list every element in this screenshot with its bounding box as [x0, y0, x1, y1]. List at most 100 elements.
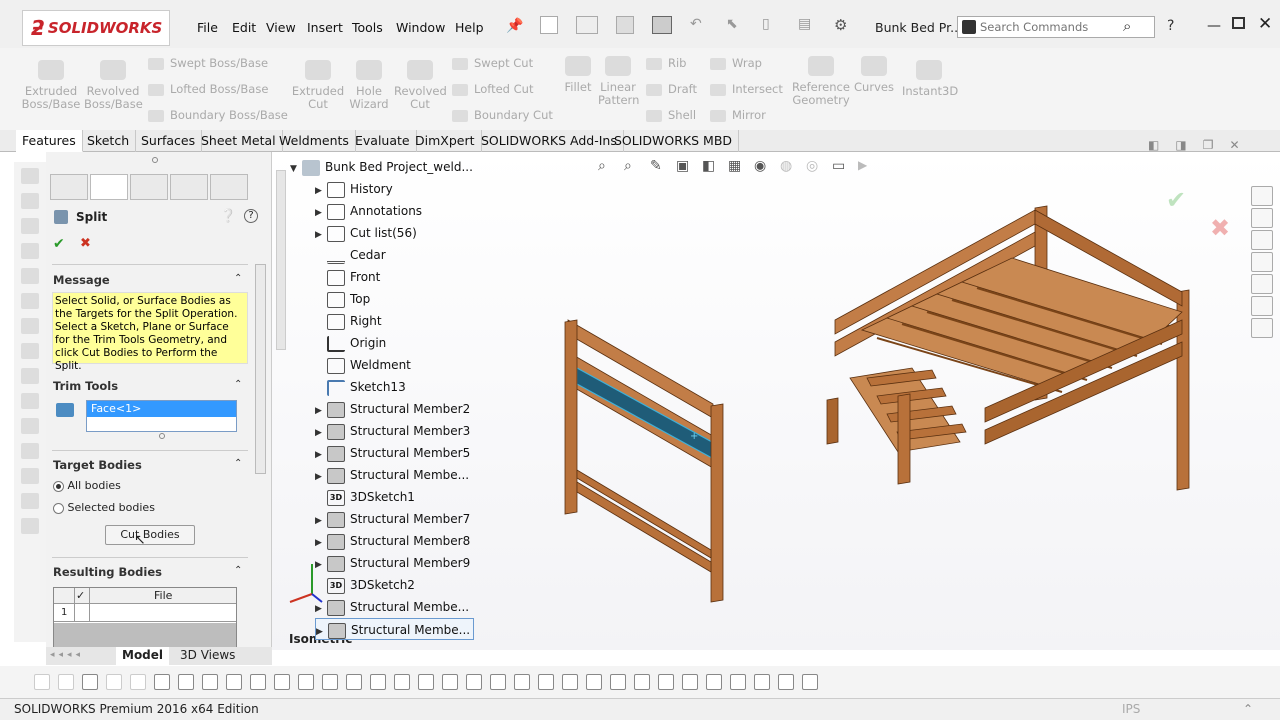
tree-sketch13[interactable]: Sketch13 — [315, 376, 406, 398]
filter-faces-icon[interactable] — [682, 674, 698, 690]
tree-origin[interactable]: Origin — [315, 332, 386, 354]
previous-view-icon[interactable]: ✎ — [650, 158, 668, 176]
units-dropdown-icon[interactable]: ⌃ — [1243, 699, 1253, 719]
tab-model[interactable]: Model — [116, 647, 170, 665]
select-over-icon[interactable] — [130, 674, 146, 690]
confirm-cancel-icon[interactable]: ✖ — [1210, 214, 1230, 242]
tree-weldment[interactable]: Weldment — [315, 354, 411, 376]
rebuild-icon[interactable]: ▯ — [762, 16, 780, 34]
confirm-check-icon[interactable]: ✔ — [1166, 186, 1186, 214]
options-gear-icon[interactable]: ⚙ — [834, 16, 852, 34]
tile-icon[interactable]: ❐ — [1203, 138, 1214, 152]
menu-window[interactable]: Window — [396, 20, 445, 35]
collapse-resulting-icon[interactable]: ⌃ — [234, 565, 242, 576]
lofted-cut-button[interactable]: Lofted Cut — [452, 82, 533, 96]
edge-filter-icon[interactable] — [274, 674, 290, 690]
tab-weldments[interactable]: Weldments — [273, 130, 356, 152]
view-settings-icon[interactable]: ▭ — [832, 158, 850, 176]
rib-button[interactable]: Rib — [646, 56, 687, 70]
all-bodies-option[interactable]: All bodies — [53, 479, 121, 492]
instant3d-button[interactable]: Instant3D — [902, 60, 958, 98]
more-arrow-icon[interactable]: ▶ — [858, 158, 876, 176]
configuration-manager-tab[interactable] — [130, 174, 168, 200]
feature-tool-icon[interactable] — [21, 368, 39, 384]
tree-structural-member[interactable]: ▶ Structural Member3 — [315, 420, 470, 442]
hole-callout-icon[interactable] — [586, 674, 602, 690]
feature-tool-icon[interactable] — [21, 343, 39, 359]
restore-left-icon[interactable]: ◧ — [1148, 138, 1159, 152]
tab-features[interactable]: Features — [16, 130, 83, 152]
apply-scene-icon[interactable]: ◎ — [806, 158, 824, 176]
collapse-trim-icon[interactable]: ⌃ — [234, 379, 242, 390]
pm-scrollbar[interactable] — [255, 264, 266, 474]
tree-3dsketch[interactable]: 3D 3DSketch2 — [315, 574, 415, 596]
solid-filter-icon[interactable] — [250, 674, 266, 690]
tab-scroll-arrows[interactable]: ◂◂◂◂ — [50, 650, 110, 662]
zoom-to-area-icon[interactable]: ⌕ — [624, 158, 642, 176]
tree-3dsketch[interactable]: 3D 3DSketch1 — [315, 486, 415, 508]
point-icon[interactable] — [154, 674, 170, 690]
tree-structural-member[interactable]: ▶ Structural Member8 — [315, 530, 470, 552]
tab-dimxpert[interactable]: DimXpert — [409, 130, 482, 152]
tab-surfaces[interactable]: Surfaces — [135, 130, 203, 152]
linear-pattern-button[interactable]: Linear Pattern — [598, 56, 639, 107]
curves-button[interactable]: Curves — [854, 56, 894, 94]
dowel-pin-icon[interactable] — [634, 674, 650, 690]
table-row[interactable] — [54, 605, 236, 622]
menu-view[interactable]: View — [266, 20, 296, 35]
close-doc-icon[interactable]: ✕ — [1229, 138, 1239, 152]
solidworks-logo[interactable]: ƻ SOLIDWORKS — [22, 10, 170, 46]
menu-file[interactable]: File — [197, 20, 218, 35]
curve-filter-icon[interactable] — [298, 674, 314, 690]
filter-body-icon[interactable] — [730, 674, 746, 690]
all-bodies-radio[interactable] — [53, 480, 64, 492]
selected-bodies-option[interactable]: Selected bodies — [53, 501, 155, 514]
filter-toggle-icon[interactable] — [58, 674, 74, 690]
reference-geometry-button[interactable]: Reference Geometry — [792, 56, 850, 107]
fillet-button[interactable]: Fillet — [562, 56, 594, 94]
search-commands-box[interactable]: ⌕ — [957, 16, 1155, 38]
resulting-bodies-table[interactable]: ✓ File 1 — [53, 587, 237, 647]
filter-surface-icon[interactable] — [706, 674, 722, 690]
menu-tools[interactable]: Tools — [352, 20, 383, 35]
tab-mbd[interactable]: SOLIDWORKS MBD — [608, 130, 740, 152]
feature-tool-icon[interactable] — [21, 318, 39, 334]
minimize-button[interactable]: — — [1207, 18, 1221, 34]
trim-tools-list[interactable]: Face<1> — [86, 400, 237, 432]
axis-icon[interactable] — [394, 674, 410, 690]
selected-bodies-radio[interactable] — [53, 502, 64, 514]
feature-tool-icon[interactable] — [21, 443, 39, 459]
surface-finish-icon[interactable] — [490, 674, 506, 690]
feature-tool-icon[interactable] — [21, 243, 39, 259]
extruded-boss-button[interactable]: Extruded Boss/Base — [20, 60, 82, 111]
file-properties-icon[interactable]: ▤ — [798, 16, 816, 34]
property-manager-tab[interactable] — [90, 174, 128, 200]
select-icon[interactable] — [106, 674, 122, 690]
open-folder-icon[interactable] — [576, 16, 598, 34]
sketch-segment-icon[interactable] — [346, 674, 362, 690]
feature-tool-icon[interactable] — [21, 493, 39, 509]
collapse-target-icon[interactable]: ⌃ — [234, 458, 242, 469]
mate-icon[interactable] — [778, 674, 794, 690]
view-palette-icon[interactable] — [1251, 252, 1273, 272]
whats-wrong-icon[interactable]: ❔ — [220, 209, 236, 224]
feature-tool-icon[interactable] — [21, 418, 39, 434]
tab-sheet-metal[interactable]: Sheet Metal — [195, 130, 283, 152]
edit-appearance-icon[interactable]: ◍ — [780, 158, 798, 176]
new-document-icon[interactable] — [540, 16, 558, 34]
view-orientation-icon[interactable]: ◧ — [702, 158, 720, 176]
feature-manager-tab[interactable] — [50, 174, 88, 200]
dimxpert-manager-tab[interactable] — [170, 174, 208, 200]
close-button[interactable]: ✕ — [1258, 14, 1272, 34]
menu-edit[interactable]: Edit — [232, 20, 256, 35]
feature-tool-icon[interactable] — [21, 268, 39, 284]
filter-all-icon[interactable] — [802, 674, 818, 690]
collapse-message-icon[interactable]: ⌃ — [234, 273, 242, 284]
center-mark-icon[interactable] — [418, 674, 434, 690]
tree-root[interactable]: ▼ Bunk Bed Project_weld... — [290, 156, 473, 178]
tab-addins[interactable]: SOLIDWORKS Add-Ins — [475, 130, 624, 152]
print-icon[interactable] — [652, 16, 672, 34]
solidworks-forum-icon[interactable] — [1251, 318, 1273, 338]
line-icon[interactable] — [178, 674, 194, 690]
tree-history[interactable]: ▶ History — [315, 178, 393, 200]
